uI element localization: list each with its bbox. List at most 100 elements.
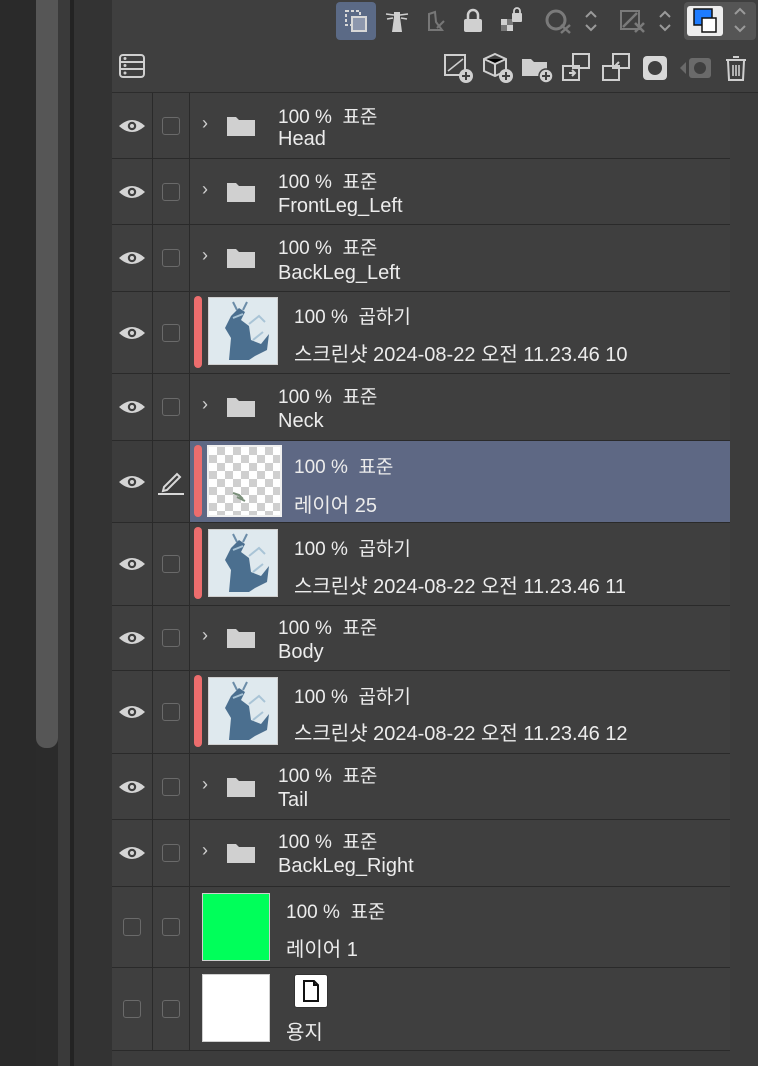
left-strip (0, 0, 112, 1066)
visibility-toggle[interactable] (112, 159, 153, 224)
layer-select-toggle[interactable] (153, 606, 190, 670)
layer-select-toggle[interactable] (153, 93, 190, 158)
chevron-right-icon[interactable]: › (202, 179, 208, 200)
clipping-indicator (194, 675, 202, 747)
layer-thumbnail (207, 445, 282, 517)
visibility-toggle[interactable] (112, 93, 153, 158)
visibility-toggle[interactable] (112, 754, 153, 819)
visibility-toggle[interactable] (112, 887, 153, 967)
visibility-toggle[interactable] (112, 441, 153, 522)
layer-row-tail[interactable]: › 100 % 표준 Tail (112, 754, 730, 820)
layer-select-toggle[interactable] (153, 754, 190, 819)
folder-icon (227, 249, 255, 268)
layer-select-icon[interactable] (336, 2, 376, 40)
layer-opacity-blend: 100 % 표준 (278, 387, 378, 408)
eye-icon (119, 119, 145, 132)
layer-row-screenshot-10[interactable]: 100 % 곱하기 스크린샷 2024-08-22 오전 11.23.46 10 (112, 292, 730, 374)
chevron-right-icon[interactable]: › (202, 394, 208, 415)
layer-thumbnail (208, 529, 278, 597)
layer-row-body[interactable]: › 100 % 표준 Body (112, 606, 730, 671)
folder-icon (227, 778, 255, 797)
visibility-toggle[interactable] (112, 671, 153, 753)
layer-list-icon[interactable] (116, 50, 148, 82)
eye-icon (119, 252, 145, 264)
checkbox-icon (162, 629, 180, 647)
layer-row-layer-25[interactable]: 100 % 표준 레이어 25 (112, 441, 730, 523)
draft-layer-icon[interactable] (616, 4, 678, 38)
layer-name: FrontLeg_Left (278, 195, 403, 217)
mask-apply-icon[interactable] (676, 50, 716, 86)
dragon-image-icon (209, 530, 277, 596)
eye-icon (119, 847, 145, 859)
lock-icon[interactable] (456, 4, 490, 38)
eye-icon (119, 326, 145, 339)
pencil-icon (158, 472, 184, 495)
layer-row-frontleg-left[interactable]: › 100 % 표준 FrontLeg_Left (112, 159, 730, 225)
checkbox-icon (162, 323, 180, 342)
clipping-indicator (194, 296, 202, 368)
new-raster-layer-icon[interactable] (440, 50, 476, 86)
layer-select-toggle[interactable] (153, 820, 190, 886)
visibility-toggle[interactable] (112, 374, 153, 440)
layer-select-toggle[interactable] (153, 671, 190, 753)
layer-select-toggle[interactable] (153, 292, 190, 373)
mask-icon[interactable] (638, 50, 672, 86)
chevron-right-icon[interactable]: › (202, 774, 208, 795)
layer-panel: › 100 % 표준 Head › 100 % 표준 FrontLeg_Left… (112, 0, 758, 1066)
visibility-toggle[interactable] (112, 225, 153, 291)
new-vector-layer-icon[interactable] (480, 50, 516, 86)
checkbox-icon (162, 249, 180, 267)
layer-thumbnail (208, 297, 278, 365)
new-folder-icon[interactable] (518, 50, 556, 86)
visibility-toggle[interactable] (112, 820, 153, 886)
chevron-right-icon[interactable]: › (202, 245, 208, 266)
scrollbar[interactable] (36, 0, 58, 748)
lighthouse-icon[interactable] (380, 4, 414, 38)
checkbox-icon (123, 918, 141, 936)
layer-row-neck[interactable]: › 100 % 표준 Neck (112, 374, 730, 441)
layer-row-screenshot-11[interactable]: 100 % 곱하기 스크린샷 2024-08-22 오전 11.23.46 11 (112, 523, 730, 606)
layer-select-toggle[interactable] (153, 374, 190, 440)
layer-toolbar-top (112, 0, 758, 42)
layer-edit-indicator[interactable] (153, 441, 190, 522)
transparent-lock-icon[interactable] (494, 4, 528, 38)
chevron-right-icon[interactable]: › (202, 113, 208, 134)
layer-row-backleg-right[interactable]: › 100 % 표준 BackLeg_Right (112, 820, 730, 887)
layer-opacity-blend: 100 % 표준 (278, 766, 378, 787)
ref-layer-icon[interactable] (418, 4, 452, 38)
layer-select-toggle[interactable] (153, 225, 190, 291)
layer-opacity-blend: 100 % 표준 (278, 832, 378, 853)
folder-icon (227, 844, 255, 863)
visibility-toggle[interactable] (112, 968, 153, 1050)
layer-row-head[interactable]: › 100 % 표준 Head (112, 93, 730, 159)
visibility-toggle[interactable] (112, 523, 153, 605)
chevron-right-icon[interactable]: › (202, 840, 208, 861)
layer-opacity-blend: 100 % 표준 (286, 902, 386, 923)
layer-select-toggle[interactable] (153, 523, 190, 605)
mask-clip-icon[interactable] (542, 4, 602, 38)
transfer-down-icon[interactable] (558, 50, 594, 86)
visibility-toggle[interactable] (112, 292, 153, 373)
layer-row-screenshot-12[interactable]: 100 % 곱하기 스크린샷 2024-08-22 오전 11.23.46 12 (112, 671, 730, 754)
visibility-toggle[interactable] (112, 606, 153, 670)
layer-name: 스크린샷 2024-08-22 오전 11.23.46 10 (294, 344, 628, 366)
layer-row-paper[interactable]: 용지 (112, 968, 730, 1051)
clipping-indicator (194, 527, 202, 599)
clipping-indicator (194, 445, 202, 517)
merge-down-icon[interactable] (598, 50, 634, 86)
eye-icon (119, 401, 145, 413)
layer-select-toggle[interactable] (153, 887, 190, 967)
color-swatch-icon[interactable] (684, 2, 756, 40)
layer-row-backleg-left[interactable]: › 100 % 표준 BackLeg_Left (112, 225, 730, 292)
layer-select-toggle[interactable] (153, 968, 190, 1050)
checkbox-icon (162, 844, 180, 862)
layer-select-toggle[interactable] (153, 159, 190, 224)
delete-layer-icon[interactable] (718, 50, 754, 86)
layer-opacity-blend: 100 % 표준 (278, 238, 378, 259)
layer-thumbnail (208, 677, 278, 745)
layer-opacity-blend: 100 % 곱하기 (294, 687, 411, 708)
layer-row-layer-1[interactable]: 100 % 표준 레이어 1 (112, 887, 730, 968)
sketch-mark-icon (232, 492, 246, 502)
chevron-right-icon[interactable]: › (202, 625, 208, 646)
checkbox-icon (123, 1000, 141, 1018)
